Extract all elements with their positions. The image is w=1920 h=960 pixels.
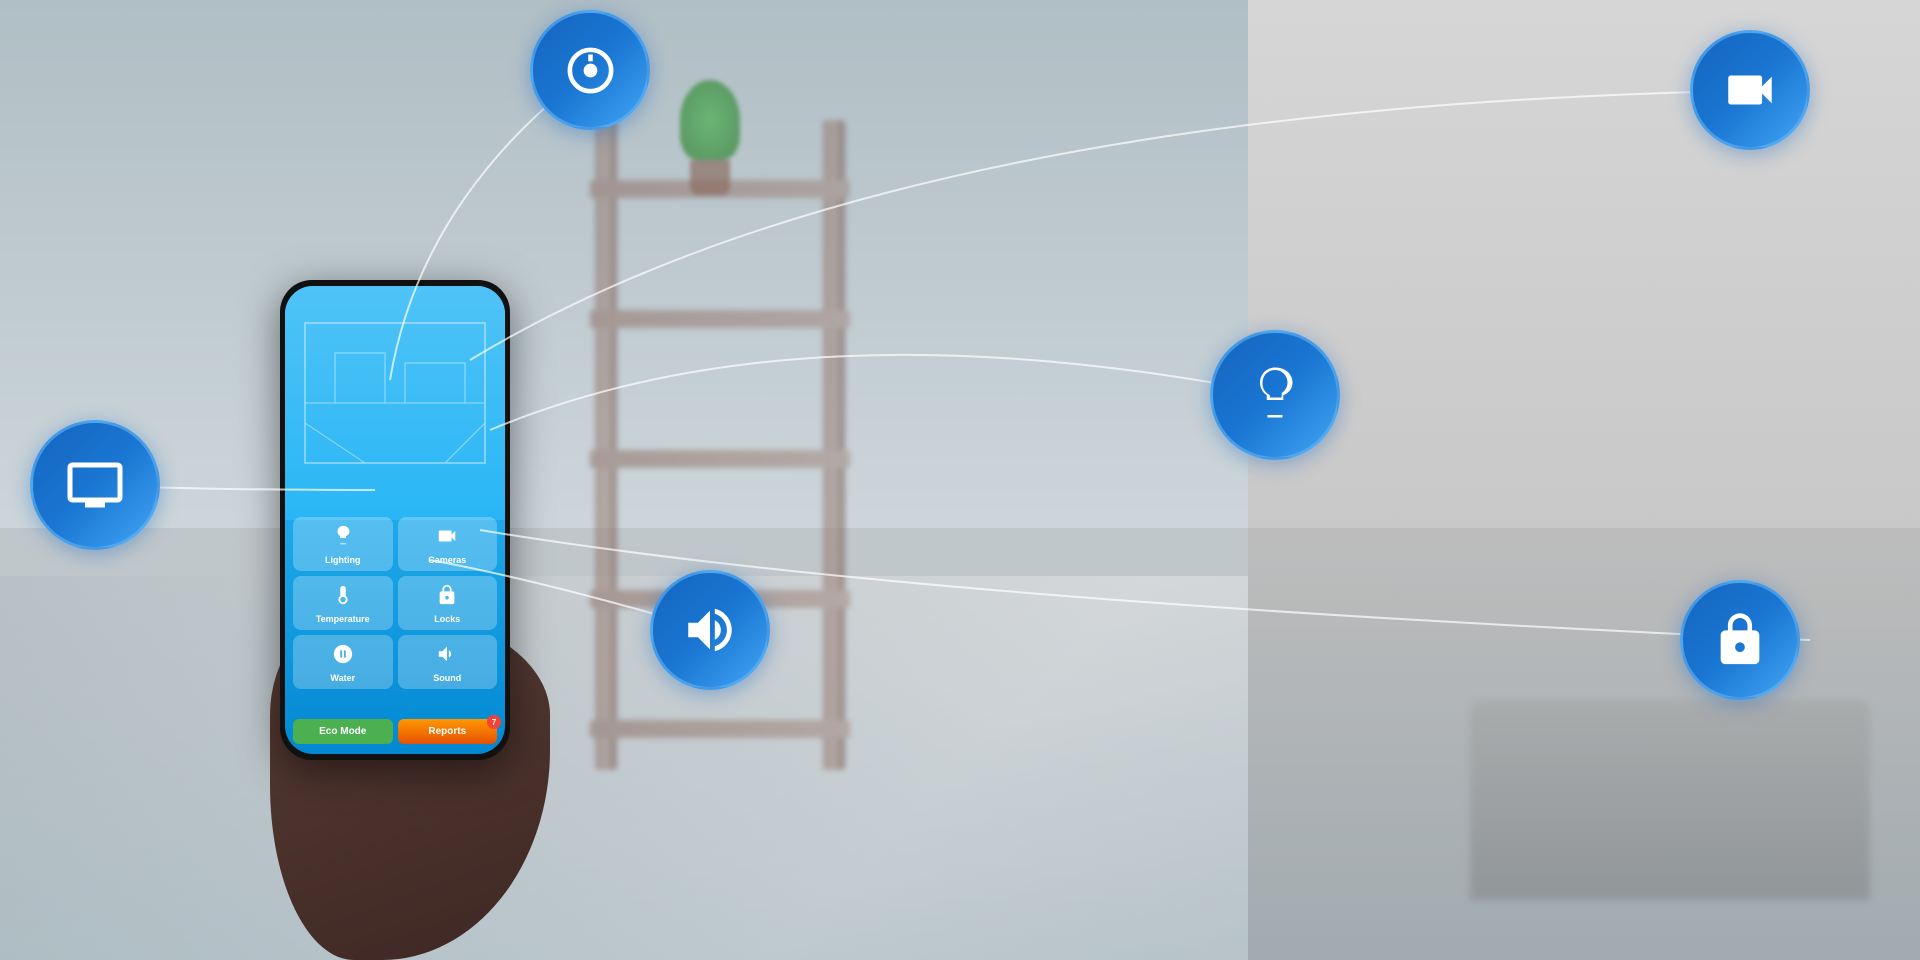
sound-icon xyxy=(436,643,458,670)
cameras-icon xyxy=(436,525,458,552)
app-cell-sound[interactable]: Sound xyxy=(398,635,498,689)
temperature-icon xyxy=(332,584,354,611)
eco-mode-button[interactable]: Eco Mode xyxy=(293,719,393,744)
water-label: Water xyxy=(330,673,355,683)
phone-screen: Lighting Cameras Temperature xyxy=(285,286,505,754)
home-sketch xyxy=(285,286,505,520)
locks-label: Locks xyxy=(434,614,460,624)
phone-buttons: Eco Mode Reports 7 xyxy=(293,719,497,744)
smoke-detector-icon xyxy=(563,43,618,98)
light-bulb-circle[interactable] xyxy=(1210,330,1340,460)
app-grid: Lighting Cameras Temperature xyxy=(293,517,497,694)
tv-icon xyxy=(65,455,125,515)
lock-circle[interactable] xyxy=(1680,580,1800,700)
app-cell-temperature[interactable]: Temperature xyxy=(293,576,393,630)
smoke-detector-circle[interactable] xyxy=(530,10,650,130)
temperature-label: Temperature xyxy=(316,614,370,624)
speaker-circle[interactable] xyxy=(650,570,770,690)
sofa xyxy=(1470,700,1870,900)
light-bulb-icon xyxy=(1245,365,1305,425)
lock-icon xyxy=(1711,611,1769,669)
water-icon xyxy=(332,643,354,670)
app-cell-cameras[interactable]: Cameras xyxy=(398,517,498,571)
plant-decoration xyxy=(680,100,740,195)
reports-badge: 7 xyxy=(487,715,501,729)
camera-icon xyxy=(1721,61,1779,119)
app-cell-water[interactable]: Water xyxy=(293,635,393,689)
speaker-icon xyxy=(681,601,739,659)
camera-circle[interactable] xyxy=(1690,30,1810,150)
sound-label: Sound xyxy=(433,673,461,683)
app-cell-locks[interactable]: Locks xyxy=(398,576,498,630)
cameras-label: Cameras xyxy=(428,555,466,565)
tv-device-circle[interactable] xyxy=(30,420,160,550)
lighting-icon xyxy=(332,525,354,552)
reports-button[interactable]: Reports 7 xyxy=(398,719,498,744)
locks-icon xyxy=(436,584,458,611)
hand-phone-container: Lighting Cameras Temperature xyxy=(220,280,600,960)
lighting-label: Lighting xyxy=(325,555,361,565)
smartphone: Lighting Cameras Temperature xyxy=(280,280,510,760)
app-cell-lighting[interactable]: Lighting xyxy=(293,517,393,571)
